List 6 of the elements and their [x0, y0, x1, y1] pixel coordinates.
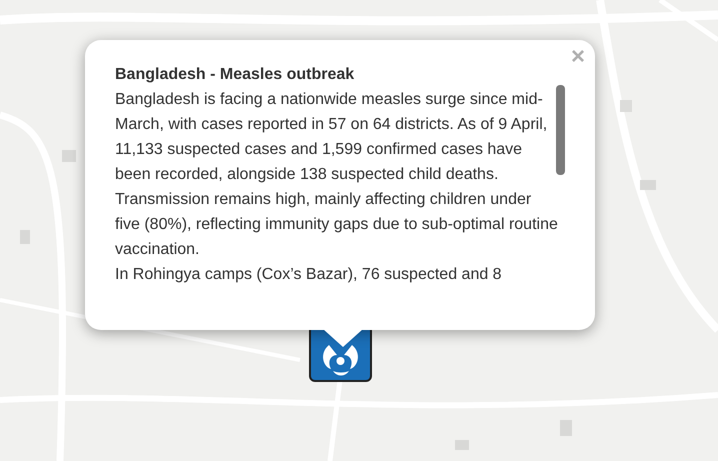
popup-title: Bangladesh - Measles outbreak: [115, 65, 356, 85]
scrollbar-thumb[interactable]: [556, 85, 565, 175]
popup-paragraph: Bangladesh is facing a nationwide measles surge since mid-March, with cases reported in 57 on 64 districts. As of 9 April, 11,133 suspected cases and 1,599 confirmed cases have been recorded, alongside 138 suspected child deaths.: [115, 90, 548, 185]
popup-paragraph: Transmission remains high, mainly affecting children under five (80%), reflecting immunity gaps due to sub-optimal routine vaccination.: [115, 190, 559, 260]
popup-paragraph: In Rohingya camps (Cox’s Bazar), 76 suspected and 8: [115, 265, 503, 285]
close-button[interactable]: ×: [568, 44, 587, 70]
